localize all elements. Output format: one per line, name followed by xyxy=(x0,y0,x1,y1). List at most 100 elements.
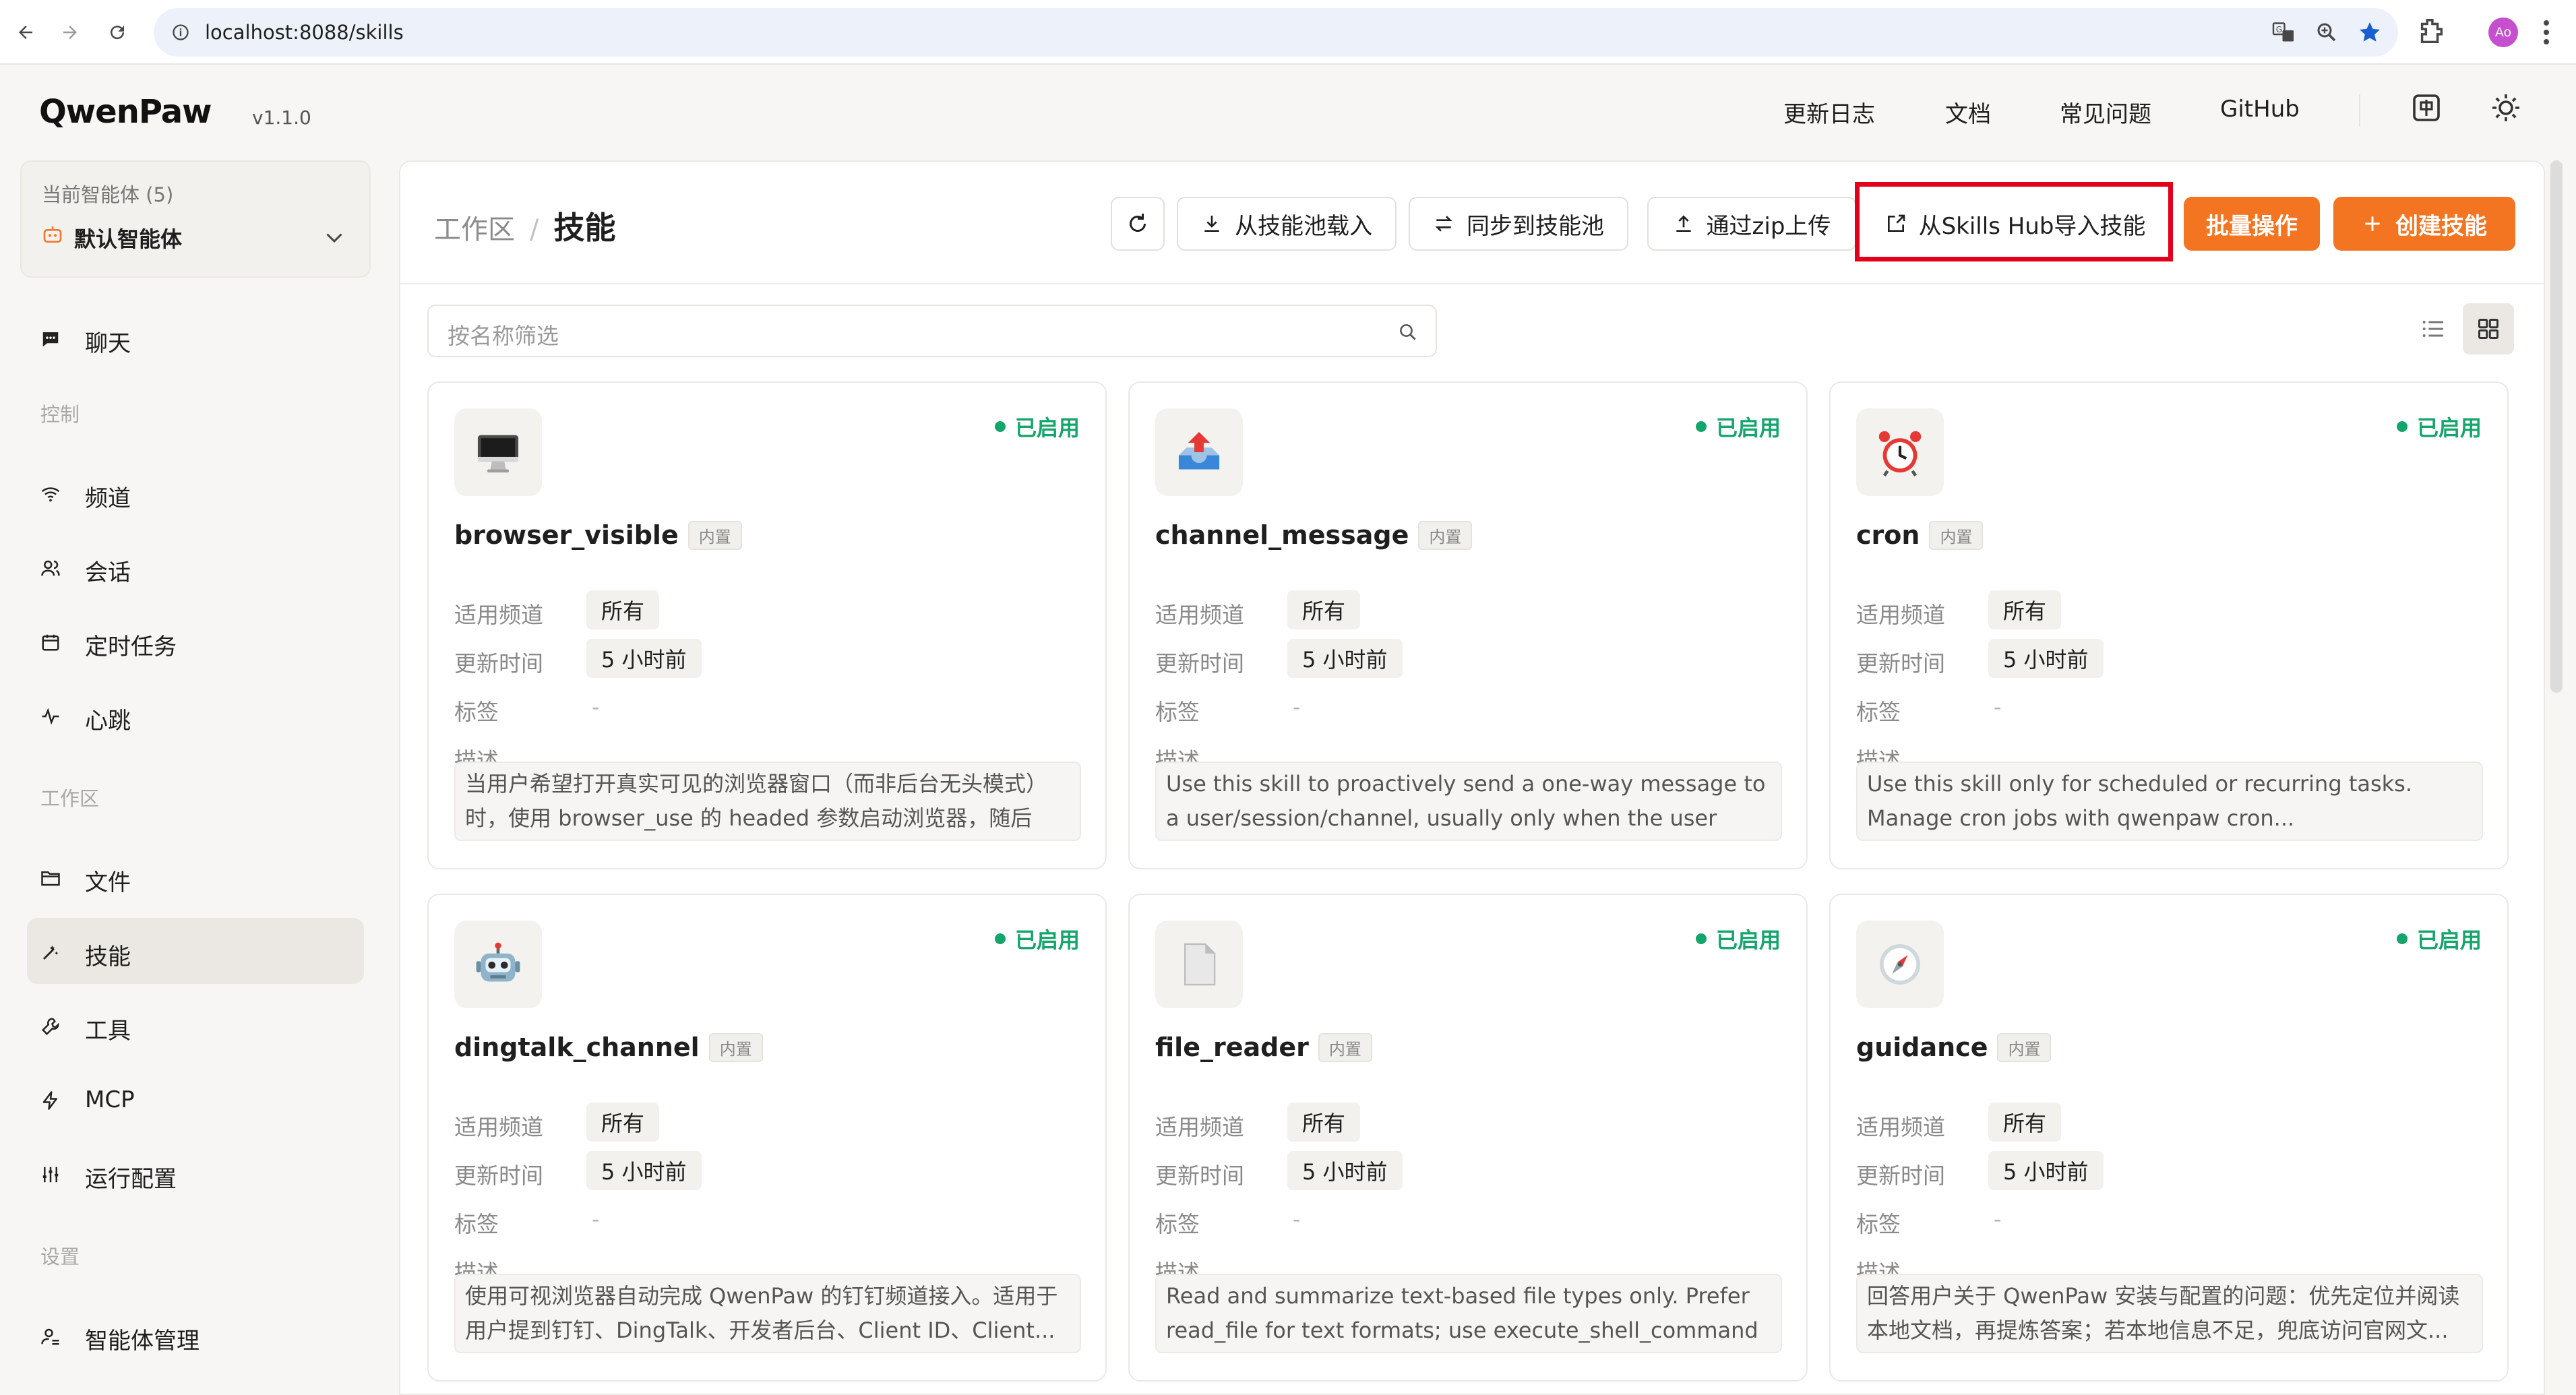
profile-initials: Ao xyxy=(2494,25,2512,40)
search-placeholder: 按名称筛选 xyxy=(448,323,559,349)
status-dot xyxy=(994,933,1006,944)
batch-operations-button[interactable]: 批量操作 xyxy=(2184,197,2320,251)
nav-github[interactable]: GitHub xyxy=(2220,96,2300,123)
sidebar-item-agent-management[interactable]: 智能体管理 xyxy=(27,1302,364,1368)
sidebar-item-label: 工具 xyxy=(85,1018,131,1045)
lightning-icon xyxy=(40,1090,61,1111)
updated-label: 更新时间 xyxy=(1155,650,1244,677)
batch-operations-label: 批量操作 xyxy=(2206,212,2298,240)
updated-label: 更新时间 xyxy=(454,650,543,677)
wrench-icon xyxy=(40,1016,61,1036)
reload-icon[interactable] xyxy=(101,16,133,49)
document-icon xyxy=(1174,939,1224,989)
svg-text:G: G xyxy=(2276,25,2282,34)
status-dot xyxy=(2396,933,2408,944)
skill-name-row: browser_visible 内置 xyxy=(454,520,742,550)
browser-menu-icon[interactable] xyxy=(2542,18,2550,47)
search-input[interactable]: 按名称筛选 xyxy=(427,305,1437,357)
skill-card-channel-message[interactable]: 已启用 channel_message 内置 适用频道 所有 更新时间 5 小时前… xyxy=(1128,381,1808,869)
builtin-tag: 内置 xyxy=(1418,520,1473,550)
download-icon xyxy=(1201,213,1223,235)
pulse-icon xyxy=(40,706,61,726)
channel-label: 适用频道 xyxy=(1155,602,1244,628)
agent-selector[interactable]: 当前智能体 (5) 默认智能体 xyxy=(20,160,371,278)
address-bar[interactable]: localhost:8088/skills G xyxy=(154,8,2398,57)
grid-view-toggle[interactable] xyxy=(2463,303,2514,354)
channel-value: 所有 xyxy=(586,590,660,629)
sidebar-item-skills[interactable]: 技能 xyxy=(27,918,364,984)
skill-description: 当用户希望打开真实可见的浏览器窗口（而非后台无头模式）时，使用 browser_… xyxy=(454,762,1081,841)
page-scrollbar[interactable] xyxy=(2550,160,2563,693)
language-icon[interactable] xyxy=(2410,92,2443,124)
sidebar-item-runtime-config[interactable]: 运行配置 xyxy=(27,1140,364,1206)
sidebar-item-label: 运行配置 xyxy=(85,1166,177,1193)
sidebar-item-files[interactable]: 文件 xyxy=(27,844,364,910)
upload-zip-button[interactable]: 通过zip上传 xyxy=(1647,197,1856,251)
profile-avatar[interactable]: Ao xyxy=(2488,18,2518,47)
tags-label: 标签 xyxy=(1856,1211,1901,1237)
extensions-icon[interactable] xyxy=(2416,16,2447,47)
skill-name-row: file_reader 内置 xyxy=(1155,1032,1372,1062)
app-logo[interactable]: QwenPaw xyxy=(39,93,212,131)
skill-icon-tile xyxy=(1856,408,1944,496)
forward-icon[interactable] xyxy=(54,16,86,49)
skill-description: Use this skill only for scheduled or rec… xyxy=(1856,762,2483,841)
refresh-icon xyxy=(1126,212,1150,236)
skill-name: file_reader xyxy=(1155,1032,1309,1062)
site-info-icon[interactable] xyxy=(171,23,190,42)
skills-panel: 工作区 / 技能 从技能池载入 同步到技能池 通过zip上传 从Skills H… xyxy=(399,160,2545,1395)
url-text[interactable]: localhost:8088/skills xyxy=(205,8,404,57)
back-icon[interactable] xyxy=(9,16,42,49)
skill-card-guidance[interactable]: 已启用 guidance 内置 适用频道 所有 更新时间 5 小时前 标签 - 描… xyxy=(1829,894,2509,1382)
channel-value: 所有 xyxy=(1287,1103,1361,1142)
tags-value: - xyxy=(592,1206,600,1232)
sidebar-item-label: 聊天 xyxy=(85,330,131,357)
skill-name: guidance xyxy=(1856,1032,1988,1062)
header-divider xyxy=(2359,94,2360,127)
app-version: v1.1.0 xyxy=(252,106,311,129)
search-icon[interactable] xyxy=(1398,322,1418,342)
skill-card-browser-visible[interactable]: 已启用 browser_visible 内置 适用频道 所有 更新时间 5 小时前… xyxy=(427,381,1107,869)
create-skill-button[interactable]: 创建技能 xyxy=(2333,197,2515,251)
sidebar-item-sessions[interactable]: 会话 xyxy=(27,534,364,600)
skill-card-cron[interactable]: 已启用 cron 内置 适用频道 所有 更新时间 5 小时前 标签 - 描述 Us… xyxy=(1829,381,2509,869)
highlight-box xyxy=(1855,182,2173,261)
sync-to-pool-label: 同步到技能池 xyxy=(1467,212,1604,240)
nav-docs[interactable]: 文档 xyxy=(1945,96,1991,129)
skill-name-row: dingtalk_channel 内置 xyxy=(454,1032,763,1062)
bookmark-star-icon[interactable] xyxy=(2358,20,2382,44)
sidebar-item-label: 频道 xyxy=(85,485,131,512)
zoom-icon[interactable] xyxy=(2314,20,2339,44)
sidebar-item-channels[interactable]: 频道 xyxy=(27,460,364,526)
skill-name-row: cron 内置 xyxy=(1856,520,1984,550)
theme-sun-icon[interactable] xyxy=(2490,92,2522,124)
sidebar-item-chat[interactable]: 聊天 xyxy=(27,305,364,371)
load-from-pool-button[interactable]: 从技能池载入 xyxy=(1177,197,1397,251)
sidebar-item-tools[interactable]: 工具 xyxy=(27,992,364,1058)
channel-label: 适用频道 xyxy=(1856,602,1945,628)
skill-icon-tile xyxy=(454,921,542,1008)
magic-wand-icon xyxy=(40,942,61,962)
sidebar-item-scheduled-tasks[interactable]: 定时任务 xyxy=(27,608,364,674)
skill-card-file-reader[interactable]: 已启用 file_reader 内置 适用频道 所有 更新时间 5 小时前 标签 … xyxy=(1128,894,1808,1382)
sidebar-item-mcp[interactable]: MCP xyxy=(27,1066,364,1132)
skill-card-dingtalk-channel[interactable]: 已启用 dingtalk_channel 内置 适用频道 所有 更新时间 5 小时… xyxy=(427,894,1107,1382)
nav-changelog[interactable]: 更新日志 xyxy=(1783,96,1875,129)
nav-faq[interactable]: 常见问题 xyxy=(2060,96,2151,129)
list-view-toggle[interactable] xyxy=(2408,303,2459,354)
sync-to-pool-button[interactable]: 同步到技能池 xyxy=(1409,197,1628,251)
builtin-tag: 内置 xyxy=(687,520,742,550)
status-label: 已启用 xyxy=(1715,927,1781,953)
updated-value: 5 小时前 xyxy=(586,639,702,678)
refresh-button[interactable] xyxy=(1111,197,1165,251)
breadcrumb-parent[interactable]: 工作区 xyxy=(434,214,515,245)
status-dot xyxy=(1695,421,1707,432)
swap-icon xyxy=(1433,213,1454,235)
sidebar-item-label: 智能体管理 xyxy=(85,1328,200,1355)
create-skill-label: 创建技能 xyxy=(2395,212,2487,240)
channel-value: 所有 xyxy=(1988,1103,2062,1142)
sidebar-item-heartbeat[interactable]: 心跳 xyxy=(27,682,364,748)
translate-icon[interactable]: G xyxy=(2271,20,2296,44)
agent-selector-label: 当前智能体 (5) xyxy=(42,183,174,206)
channel-value: 所有 xyxy=(1287,590,1361,629)
